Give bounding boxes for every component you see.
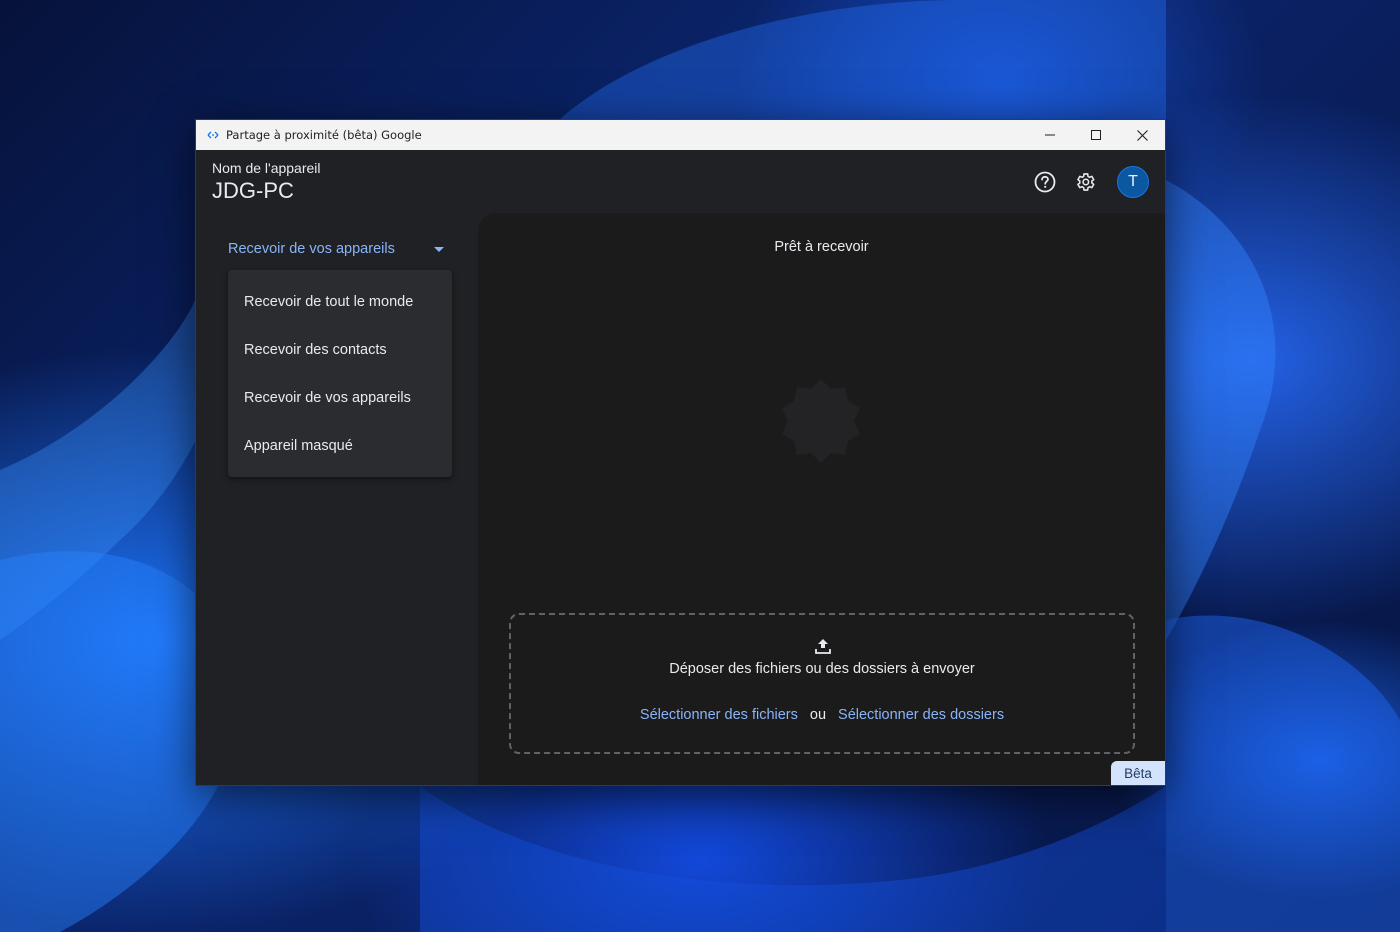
minimize-button[interactable] xyxy=(1027,120,1073,150)
menu-item-contacts[interactable]: Recevoir des contacts xyxy=(228,326,452,374)
menu-item-label: Recevoir de tout le monde xyxy=(244,294,414,310)
device-header: Nom de l'appareil JDG-PC xyxy=(212,160,321,204)
close-button[interactable] xyxy=(1119,120,1165,150)
help-circle-icon xyxy=(1034,171,1056,193)
file-dropzone[interactable]: Déposer des fichiers ou des dossiers à e… xyxy=(509,613,1135,754)
main-panel: Prêt à recevoir Déposer des fichiers ou … xyxy=(478,213,1165,785)
gear-icon xyxy=(1077,173,1095,191)
maximize-button[interactable] xyxy=(1073,120,1119,150)
select-files-link[interactable]: Sélectionner des fichiers xyxy=(640,707,798,723)
device-name[interactable]: JDG-PC xyxy=(212,178,321,204)
select-folders-link[interactable]: Sélectionner des dossiers xyxy=(838,707,1004,723)
visibility-menu: Recevoir de tout le monde Recevoir des c… xyxy=(228,270,452,477)
app-content: Nom de l'appareil JDG-PC T Recevoir de v… xyxy=(196,150,1165,785)
select-links: Sélectionner des fichiers ou Sélectionne… xyxy=(511,707,1133,723)
status-text: Prêt à recevoir xyxy=(774,239,869,255)
sidebar: Recevoir de vos appareils Recevoir de to… xyxy=(196,213,478,785)
header-actions: T xyxy=(1025,166,1149,198)
menu-item-everyone[interactable]: Recevoir de tout le monde xyxy=(228,278,452,326)
or-separator: ou xyxy=(809,707,827,723)
beta-badge[interactable]: Bêta xyxy=(1111,761,1165,785)
caret-down-icon xyxy=(434,246,444,252)
device-badge-icon xyxy=(782,379,860,463)
visibility-dropdown-label: Recevoir de vos appareils xyxy=(228,241,395,257)
menu-item-label: Recevoir de vos appareils xyxy=(244,390,411,406)
menu-item-label: Appareil masqué xyxy=(244,438,353,454)
nearby-share-app-icon xyxy=(207,130,219,140)
title-bar[interactable]: Partage à proximité (bêta) Google xyxy=(196,120,1165,150)
settings-button[interactable] xyxy=(1065,166,1105,198)
device-name-label: Nom de l'appareil xyxy=(212,160,321,176)
menu-item-your-devices[interactable]: Recevoir de vos appareils xyxy=(228,374,452,422)
maximize-icon xyxy=(1091,130,1101,140)
minimize-icon xyxy=(1045,134,1055,136)
menu-item-label: Recevoir des contacts xyxy=(244,342,387,358)
window-title: Partage à proximité (bêta) Google xyxy=(226,128,422,142)
menu-item-hidden[interactable]: Appareil masqué xyxy=(228,422,452,470)
help-button[interactable] xyxy=(1025,166,1065,198)
close-icon xyxy=(1136,129,1148,141)
nearby-share-window: Partage à proximité (bêta) Google Nom de… xyxy=(195,119,1166,786)
account-avatar[interactable]: T xyxy=(1117,166,1149,198)
visibility-dropdown[interactable]: Recevoir de vos appareils xyxy=(228,235,444,263)
upload-icon xyxy=(815,639,831,654)
dropzone-text: Déposer des fichiers ou des dossiers à e… xyxy=(669,661,975,677)
